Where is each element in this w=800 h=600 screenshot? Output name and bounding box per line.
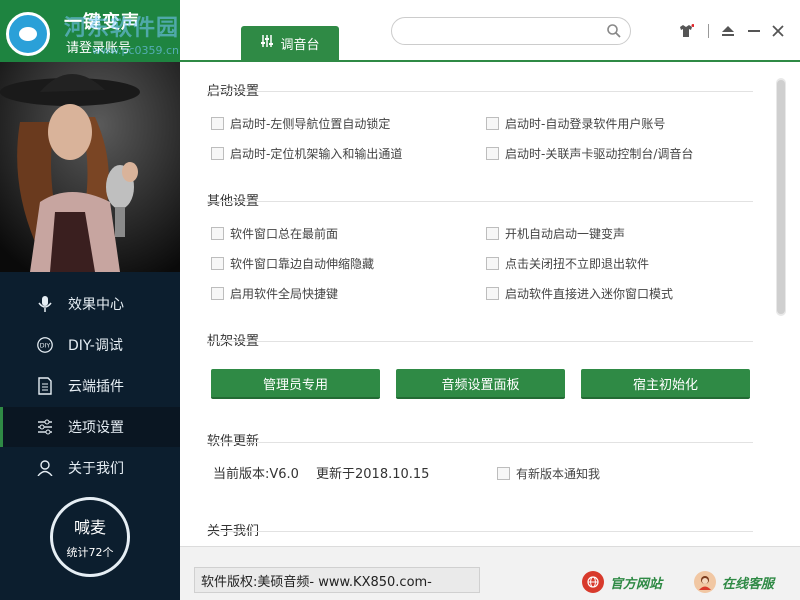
scrollbar[interactable] [776, 78, 786, 316]
sidebar-item-label: DIY-调试 [68, 338, 123, 354]
sidebar-item-label: 关于我们 [68, 461, 124, 477]
option-label: 有新版本通知我 [516, 467, 601, 481]
skin-icon[interactable] [676, 20, 696, 42]
sidebar-item-label: 效果中心 [68, 297, 124, 313]
option-close-no-exit[interactable]: 点击关闭扭不立即退出软件 [486, 255, 649, 272]
option-global-hotkeys[interactable]: 启用软件全局快捷键 [211, 285, 338, 302]
section-title-update: 软件更新 [207, 434, 260, 449]
sidebar-item-diy[interactable]: DIY DIY-调试 [0, 325, 180, 365]
checkbox[interactable] [486, 287, 499, 300]
sidebar-item-settings[interactable]: 选项设置 [0, 407, 180, 447]
mic-category-title: 喊麦 [73, 518, 106, 537]
user-icon [36, 459, 54, 477]
checkbox[interactable] [211, 147, 224, 160]
section-title-about: 关于我们 [207, 524, 260, 539]
option-notify-new-version[interactable]: 有新版本通知我 [497, 465, 600, 482]
option-label: 启动软件直接进入迷你窗口模式 [505, 287, 674, 301]
mixer-icon [260, 34, 274, 52]
option-label: 启动时-自动登录软件用户账号 [505, 117, 666, 131]
logo-area: 一键变声 河东软件园 请登录账号 www.pc0359.cn [0, 0, 180, 62]
checkbox[interactable] [211, 287, 224, 300]
checkbox[interactable] [211, 227, 224, 240]
host-init-button[interactable]: 宿主初始化 [581, 369, 750, 399]
official-website-link[interactable]: 官方网站 [582, 571, 662, 593]
option-label: 启动时-关联声卡驱动控制台/调音台 [505, 147, 694, 161]
section-title-other: 其他设置 [207, 194, 260, 209]
tab-mixer-label: 调音台 [280, 37, 320, 53]
sidebar: 效果中心 DIY DIY-调试 云端插件 选项设置 关于我们 喊麦 统计72个 [0, 62, 180, 600]
option-label: 启用软件全局快捷键 [230, 287, 339, 301]
sidebar-item-effects[interactable]: 效果中心 [0, 284, 180, 324]
settings-panel: 启动设置 启动时-左侧导航位置自动锁定 启动时-自动登录软件用户账号 启动时-定… [180, 62, 800, 546]
website-icon [582, 571, 604, 593]
diy-icon: DIY [36, 336, 54, 354]
update-date: 更新于2018.10.15 [316, 467, 430, 482]
option-startup-link-soundcard[interactable]: 启动时-关联声卡驱动控制台/调音台 [486, 145, 693, 162]
tab-mixer[interactable]: 调音台 [241, 26, 339, 60]
sidebar-item-plugins[interactable]: 云端插件 [0, 366, 180, 406]
current-version: 当前版本:V6.0 [213, 467, 299, 482]
option-startup-locate-channels[interactable]: 启动时-定位机架输入和输出通道 [211, 145, 402, 162]
option-label: 启动时-定位机架输入和输出通道 [230, 147, 403, 161]
svg-text:DIY: DIY [40, 343, 51, 350]
option-label: 软件窗口总在最前面 [230, 227, 339, 241]
mic-category-count: 统计72个 [66, 546, 114, 559]
checkbox[interactable] [211, 117, 224, 130]
sliders-icon [36, 418, 54, 436]
checkbox[interactable] [486, 257, 499, 270]
online-support-link[interactable]: 在线客服 [694, 571, 774, 593]
sidebar-item-label: 云端插件 [68, 379, 124, 395]
option-edge-auto-hide[interactable]: 软件窗口靠边自动伸缩隐藏 [211, 255, 374, 272]
sidebar-item-about[interactable]: 关于我们 [0, 448, 180, 488]
mini-mode-icon[interactable] [718, 20, 738, 42]
option-label: 启动时-左侧导航位置自动锁定 [230, 117, 391, 131]
microphone-icon [36, 295, 54, 313]
option-label: 软件窗口靠边自动伸缩隐藏 [230, 257, 375, 271]
option-run-at-startup[interactable]: 开机自动启动一键变声 [486, 225, 625, 242]
copyright-text: 软件版权:美硕音频- www.KX850.com- [194, 567, 480, 593]
section-divider [207, 201, 753, 202]
option-startup-auto-login[interactable]: 启动时-自动登录软件用户账号 [486, 115, 665, 132]
section-title-startup: 启动设置 [207, 84, 260, 99]
hero-image [0, 62, 180, 272]
title-bar: 一键变声 河东软件园 请登录账号 www.pc0359.cn 调音台 [0, 0, 800, 62]
footer: 软件版权:美硕音频- www.KX850.com- 官方网站 在线客服 [180, 546, 800, 600]
app-logo [6, 12, 50, 56]
scrollbar-thumb[interactable] [777, 80, 785, 314]
section-divider [207, 91, 753, 92]
mic-category-badge[interactable]: 喊麦 统计72个 [50, 497, 130, 577]
official-website-label: 官方网站 [610, 576, 663, 592]
search-input[interactable] [391, 17, 631, 45]
minimize-icon[interactable] [744, 20, 764, 42]
admin-only-button[interactable]: 管理员专用 [211, 369, 380, 399]
online-support-label: 在线客服 [722, 576, 775, 592]
document-icon [36, 377, 54, 395]
option-label: 开机自动启动一键变声 [505, 227, 626, 241]
sidebar-item-label: 选项设置 [68, 420, 124, 436]
section-title-rack: 机架设置 [207, 334, 260, 349]
checkbox[interactable] [486, 147, 499, 160]
search-icon[interactable] [606, 23, 622, 39]
option-startup-lock-nav[interactable]: 启动时-左侧导航位置自动锁定 [211, 115, 390, 132]
checkbox[interactable] [211, 257, 224, 270]
section-divider [207, 341, 753, 342]
option-always-on-top[interactable]: 软件窗口总在最前面 [211, 225, 338, 242]
separator [698, 20, 718, 42]
checkbox[interactable] [486, 227, 499, 240]
audio-settings-button[interactable]: 音频设置面板 [396, 369, 565, 399]
section-divider [207, 531, 753, 532]
section-divider [207, 442, 753, 443]
option-start-mini-mode[interactable]: 启动软件直接进入迷你窗口模式 [486, 285, 673, 302]
checkbox[interactable] [486, 117, 499, 130]
support-agent-icon [694, 571, 716, 593]
checkbox[interactable] [497, 467, 510, 480]
close-icon[interactable] [768, 20, 788, 42]
option-label: 点击关闭扭不立即退出软件 [505, 257, 650, 271]
watermark-url: www.pc0359.cn [92, 44, 180, 57]
